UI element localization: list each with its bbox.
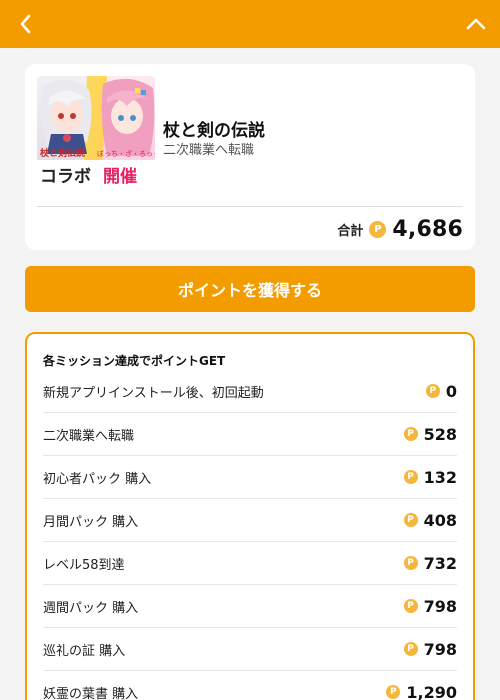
total-points-value: 4,686 [392, 216, 463, 242]
app-card: 杖と剣伝説 ぼっち・ざ・ろっく! コラボ 開催 杖と剣の伝説 二次職業へ転職 合… [25, 64, 475, 250]
mission-row: 週間パック 購入 P 798 [43, 585, 457, 628]
earn-points-button[interactable]: ポイントを獲得する [25, 266, 475, 312]
mission-row: 初心者パック 購入 P 132 [43, 456, 457, 499]
mission-points: 528 [423, 424, 457, 444]
mission-row: 新規アプリインストール後、初回起動 P0 [43, 370, 457, 413]
top-bar [0, 0, 500, 48]
mission-row: 巡礼の証 購入 P 798 [43, 628, 457, 671]
app-subtitle: 二次職業へ転職 [163, 143, 255, 158]
banner-tagline-text: ぼっち・ざ・ろっく! [97, 149, 155, 158]
mission-name: 月間パック 購入 [43, 514, 139, 530]
point-coin-icon: P [403, 427, 418, 441]
mission-name: 週間パック 購入 [43, 600, 139, 616]
app-title: 杖と剣の伝説 [163, 121, 265, 141]
point-coin-icon: P [403, 556, 418, 570]
missions-list: 新規アプリインストール後、初回起動 P0 二次職業へ転職 P 528 初心者パック… [43, 370, 457, 700]
mission-name: 巡礼の証 購入 [43, 643, 126, 659]
mission-points: 798 [423, 639, 457, 659]
mission-name: 妖霊の葉書 購入 [43, 686, 139, 700]
mission-points: 798 [423, 596, 457, 616]
mission-row: レベル58到達 P 732 [43, 542, 457, 585]
mission-name: 二次職業へ転職 [43, 428, 135, 444]
chevron-up-icon[interactable] [464, 12, 488, 36]
total-points: 合計 P 4,686 [337, 214, 463, 244]
mission-points: 132 [423, 467, 457, 487]
chevron-left-icon[interactable] [14, 12, 38, 36]
mission-row: 月間パック 購入 P 408 [43, 499, 457, 542]
point-coin-icon: P [403, 599, 418, 613]
mission-points: 1,290 [406, 682, 457, 700]
point-coin-icon: P [386, 685, 401, 699]
mission-row: 妖霊の葉書 購入 P 1,290 [43, 671, 457, 700]
banner-event-text: 開催 [103, 166, 137, 187]
mission-name: 初心者パック 購入 [43, 471, 152, 487]
card-divider [37, 206, 463, 207]
mission-points: 0 [445, 381, 457, 401]
missions-panel: 各ミッション達成でポイントGET 新規アプリインストール後、初回起動 P0 二次… [25, 332, 475, 700]
app-banner-image[interactable]: 杖と剣伝説 ぼっち・ざ・ろっく! コラボ 開催 [37, 76, 155, 190]
total-label: 合計 [337, 223, 364, 239]
mission-name: 新規アプリインストール後、初回起動 [43, 385, 264, 401]
banner-collab-text: コラボ [40, 167, 91, 187]
mission-points: 408 [423, 510, 457, 530]
mission-name: レベル58到達 [43, 557, 125, 573]
missions-heading: 各ミッション達成でポイントGET [43, 354, 226, 368]
banner-logo-text: 杖と剣伝説 [39, 147, 85, 159]
point-coin-icon: P [369, 220, 387, 238]
mission-row: 二次職業へ転職 P 528 [43, 413, 457, 456]
point-coin-icon: P [425, 384, 440, 398]
point-coin-icon: P [403, 513, 418, 527]
point-coin-icon: P [403, 642, 418, 656]
mission-points: 732 [423, 553, 457, 573]
point-coin-icon: P [403, 470, 418, 484]
